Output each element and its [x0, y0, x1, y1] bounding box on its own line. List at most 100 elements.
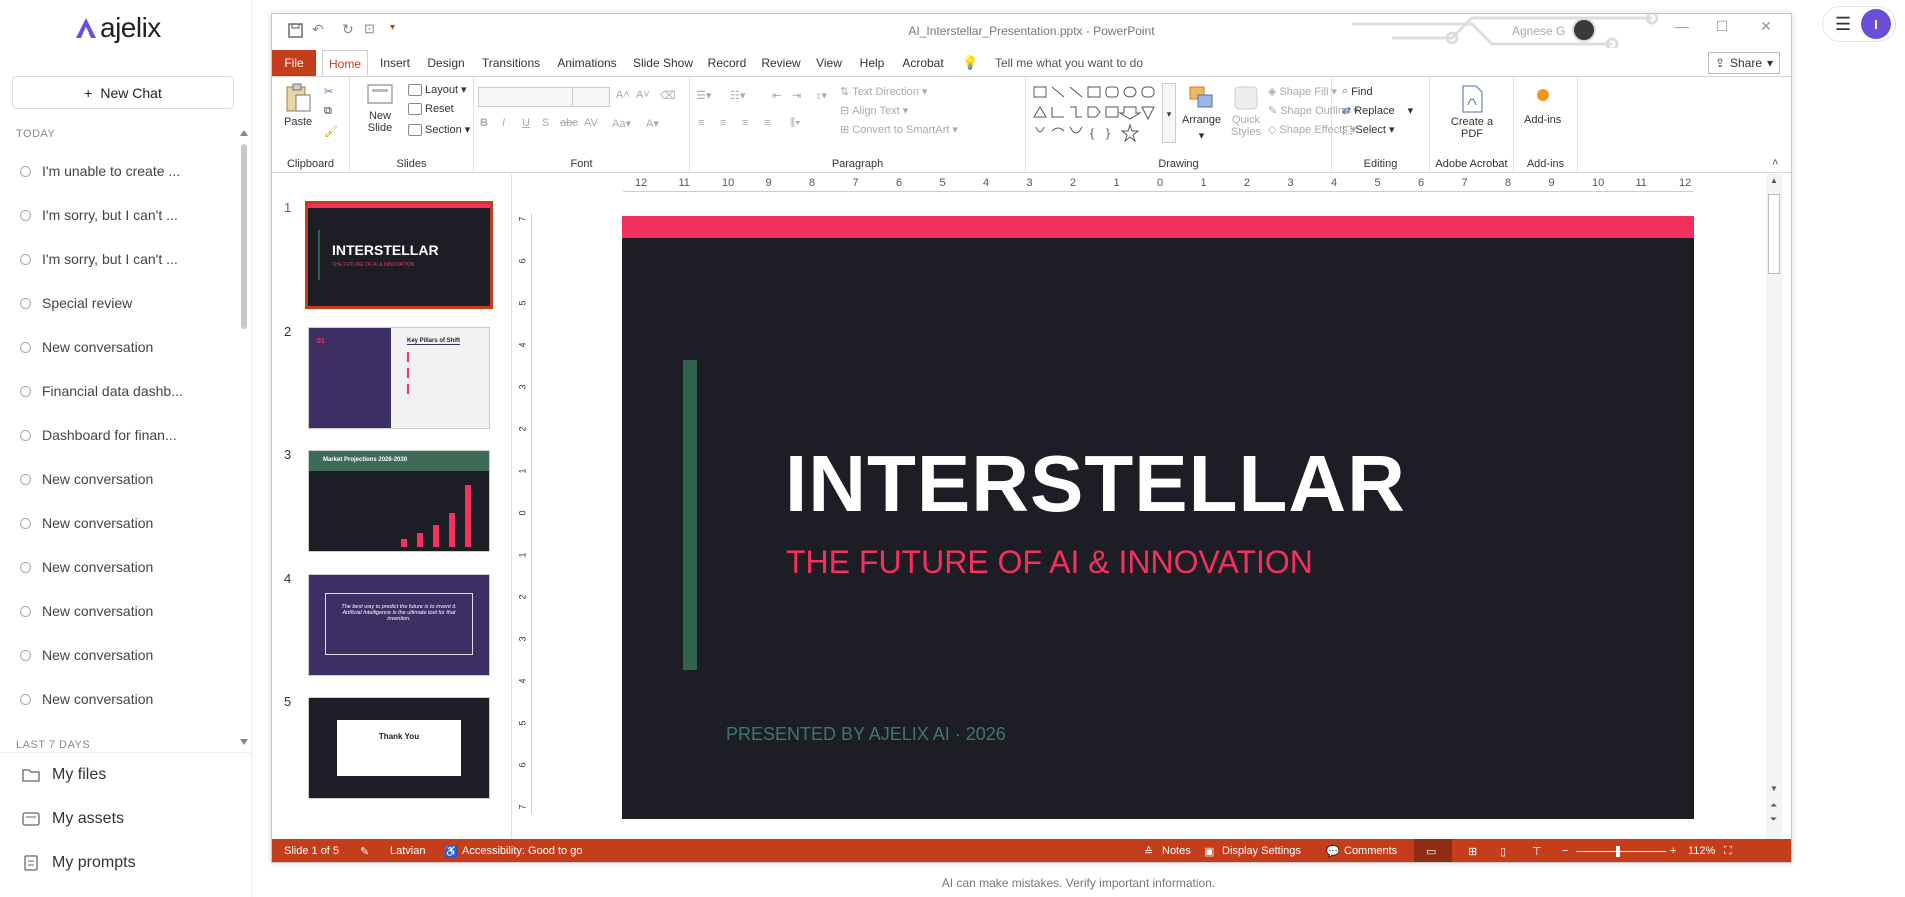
- numbering-icon[interactable]: ☷▾: [730, 89, 745, 102]
- paste-button[interactable]: Paste: [284, 83, 312, 128]
- conversation-item[interactable]: Dashboard for finan...: [0, 413, 240, 457]
- zoom-slider[interactable]: [1576, 851, 1666, 852]
- new-chat-button[interactable]: + New Chat: [12, 76, 234, 109]
- scroll-thumb[interactable]: [1768, 194, 1780, 274]
- zoom-out-icon[interactable]: −: [1562, 845, 1568, 857]
- decrease-font-icon[interactable]: A˅: [636, 89, 650, 101]
- nav-my-files[interactable]: My files: [0, 753, 252, 797]
- decrease-indent-icon[interactable]: ⇤: [772, 89, 781, 102]
- columns-icon[interactable]: ⫼▾: [790, 117, 800, 130]
- tab-transitions[interactable]: Transitions: [476, 50, 546, 76]
- scroll-up-icon[interactable]: ▲: [1770, 176, 1778, 185]
- editor-scrollbar[interactable]: ▲ ▼ ⏶ ⏷: [1766, 174, 1782, 839]
- maximize-icon[interactable]: ☐: [1702, 18, 1742, 35]
- logo[interactable]: ajelix: [74, 12, 161, 44]
- user-name[interactable]: Agnese G: [1512, 24, 1565, 38]
- tab-review[interactable]: Review: [756, 50, 806, 76]
- font-size-select[interactable]: [572, 87, 610, 107]
- conversation-item[interactable]: New conversation: [0, 325, 240, 369]
- format-painter-icon[interactable]: 🖌: [324, 125, 338, 138]
- shadow-icon[interactable]: S: [542, 117, 549, 129]
- thumbnail-slide-3[interactable]: Market Projections 2026-2030: [308, 450, 490, 552]
- nav-my-assets[interactable]: My assets: [0, 797, 252, 841]
- create-pdf-button[interactable]: Create a PDF: [1444, 85, 1500, 140]
- conversation-item[interactable]: Special review: [0, 281, 240, 325]
- find-button[interactable]: ⌕ Find: [1342, 85, 1373, 98]
- align-right-icon[interactable]: ≡: [742, 117, 748, 129]
- justify-icon[interactable]: ≡: [764, 117, 770, 129]
- share-button[interactable]: ⇪ Share ▾: [1708, 52, 1780, 74]
- clear-format-icon[interactable]: ⌫: [660, 89, 676, 102]
- tab-record[interactable]: Record: [702, 50, 752, 76]
- replace-button[interactable]: ⇄ Replace ▾: [1342, 104, 1413, 118]
- slide-presenter[interactable]: PRESENTED BY AJELIX AI · 2026: [726, 724, 1006, 745]
- strikethrough-icon[interactable]: abc: [560, 117, 578, 129]
- slide-sorter-icon[interactable]: ⊞: [1468, 845, 1477, 858]
- conversation-item[interactable]: I'm sorry, but I can't ...: [0, 237, 240, 281]
- underline-icon[interactable]: U: [522, 117, 530, 129]
- spellcheck-icon[interactable]: ✎: [360, 845, 369, 858]
- arrange-button[interactable]: Arrange ▾: [1182, 85, 1221, 142]
- user-avatar[interactable]: [1572, 18, 1596, 42]
- cut-icon[interactable]: ✂: [324, 85, 333, 98]
- smartart-button[interactable]: ⊞ Convert to SmartArt ▾: [840, 123, 958, 137]
- slide-title[interactable]: INTERSTELLAR: [785, 438, 1406, 530]
- conversation-item[interactable]: I'm unable to create ...: [0, 149, 240, 193]
- shape-fill-button[interactable]: ◈ Shape Fill ▾: [1268, 85, 1337, 99]
- quick-styles-button[interactable]: Quick Styles: [1226, 85, 1266, 138]
- section-button[interactable]: Section ▾: [408, 123, 470, 136]
- tab-insert[interactable]: Insert: [372, 50, 418, 76]
- tab-design[interactable]: Design: [422, 50, 470, 76]
- tell-me-search[interactable]: Tell me what you want to do: [984, 50, 1154, 76]
- slide-canvas[interactable]: INTERSTELLAR THE FUTURE OF AI & INNOVATI…: [622, 216, 1694, 819]
- increase-font-icon[interactable]: A˄: [616, 89, 630, 101]
- slide-subtitle[interactable]: THE FUTURE OF AI & INNOVATION: [786, 544, 1313, 581]
- reset-button[interactable]: Reset: [408, 103, 454, 115]
- previous-slide-icon[interactable]: ⏶: [1770, 800, 1777, 811]
- layout-button[interactable]: Layout ▾: [408, 83, 467, 96]
- select-button[interactable]: ⬚ Select ▾: [1342, 123, 1395, 137]
- fit-to-window-icon[interactable]: ⛶: [1724, 845, 1732, 858]
- font-color-icon[interactable]: A▾: [646, 117, 659, 130]
- addins-button[interactable]: Add-ins: [1524, 89, 1561, 126]
- minimize-icon[interactable]: —: [1662, 18, 1702, 34]
- align-text-button[interactable]: ⊟ Align Text ▾: [840, 104, 908, 118]
- tab-view[interactable]: View: [808, 50, 850, 76]
- tab-slide-show[interactable]: Slide Show: [628, 50, 698, 76]
- conversation-item[interactable]: New conversation: [0, 677, 240, 721]
- zoom-in-icon[interactable]: +: [1670, 845, 1676, 857]
- line-spacing-icon[interactable]: ↕▾: [816, 89, 827, 102]
- scroll-down-icon[interactable]: [240, 739, 248, 745]
- language-status[interactable]: Latvian: [390, 845, 425, 857]
- conversation-item[interactable]: Financial data dashb...: [0, 369, 240, 413]
- shapes-gallery[interactable]: {}: [1032, 83, 1162, 143]
- tab-home[interactable]: Home: [322, 50, 368, 76]
- comments-button[interactable]: Comments: [1344, 845, 1397, 857]
- align-left-icon[interactable]: ≡: [698, 117, 704, 129]
- sidebar-scrollbar[interactable]: [240, 130, 248, 745]
- scroll-down-icon[interactable]: ▼: [1770, 784, 1778, 793]
- thumbnail-slide-1[interactable]: INTERSTELLAR THE FUTURE OF AI & INNOVATI…: [305, 201, 493, 309]
- nav-my-prompts[interactable]: My prompts: [0, 841, 252, 885]
- conversation-item[interactable]: New conversation: [0, 545, 240, 589]
- change-case-icon[interactable]: Aa▾: [612, 117, 631, 130]
- account-menu-button[interactable]: ☰ I: [1822, 6, 1896, 42]
- tab-animations[interactable]: Animations: [552, 50, 622, 76]
- scroll-thumb[interactable]: [241, 144, 247, 329]
- close-icon[interactable]: ✕: [1746, 18, 1786, 35]
- copy-icon[interactable]: ⧉: [324, 105, 332, 118]
- bold-icon[interactable]: B: [480, 117, 488, 129]
- tab-acrobat[interactable]: Acrobat: [896, 50, 950, 76]
- tab-file[interactable]: File: [272, 50, 316, 76]
- thumbnail-slide-5[interactable]: Thank You: [308, 697, 490, 799]
- collapse-ribbon-icon[interactable]: ˄: [1772, 157, 1778, 169]
- scroll-up-icon[interactable]: [240, 130, 248, 136]
- accessibility-status[interactable]: Accessibility: Good to go: [462, 845, 582, 857]
- bullets-icon[interactable]: ☰▾: [696, 89, 711, 102]
- conversation-item[interactable]: New conversation: [0, 633, 240, 677]
- display-settings-button[interactable]: Display Settings: [1222, 845, 1301, 857]
- increase-indent-icon[interactable]: ⇥: [792, 89, 801, 102]
- zoom-slider-handle[interactable]: [1616, 846, 1620, 857]
- conversation-item[interactable]: New conversation: [0, 457, 240, 501]
- conversation-item[interactable]: New conversation: [0, 589, 240, 633]
